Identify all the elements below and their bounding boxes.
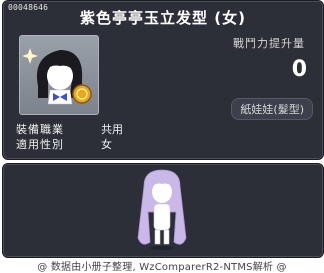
hairstyle-icon (22, 48, 92, 105)
power-increase-label: 戰鬥力提升量 (233, 37, 305, 50)
item-category-badge: 紙娃娃(髮型) (231, 98, 313, 120)
job-label: 裝備職業 (16, 123, 64, 136)
item-title: 紫色亭亭玉立发型 (女) (80, 9, 246, 27)
item-icon-frame (19, 35, 99, 115)
item-tooltip: 00048646 紫色亭亭玉立发型 (女) 戰鬥力提升量 0 紙娃娃(髮型) 裝… (0, 0, 324, 273)
gold-coin-icon (72, 84, 92, 104)
item-info-panel: 00048646 紫色亭亭玉立发型 (女) 戰鬥力提升量 0 紙娃娃(髮型) 裝… (2, 0, 324, 160)
sparkle-icon (22, 48, 38, 64)
power-increase-value: 0 (291, 57, 307, 82)
job-value: 共用 (101, 123, 123, 136)
gender-value: 女 (101, 138, 112, 151)
character-preview (137, 169, 187, 250)
gender-label: 適用性別 (16, 138, 64, 151)
